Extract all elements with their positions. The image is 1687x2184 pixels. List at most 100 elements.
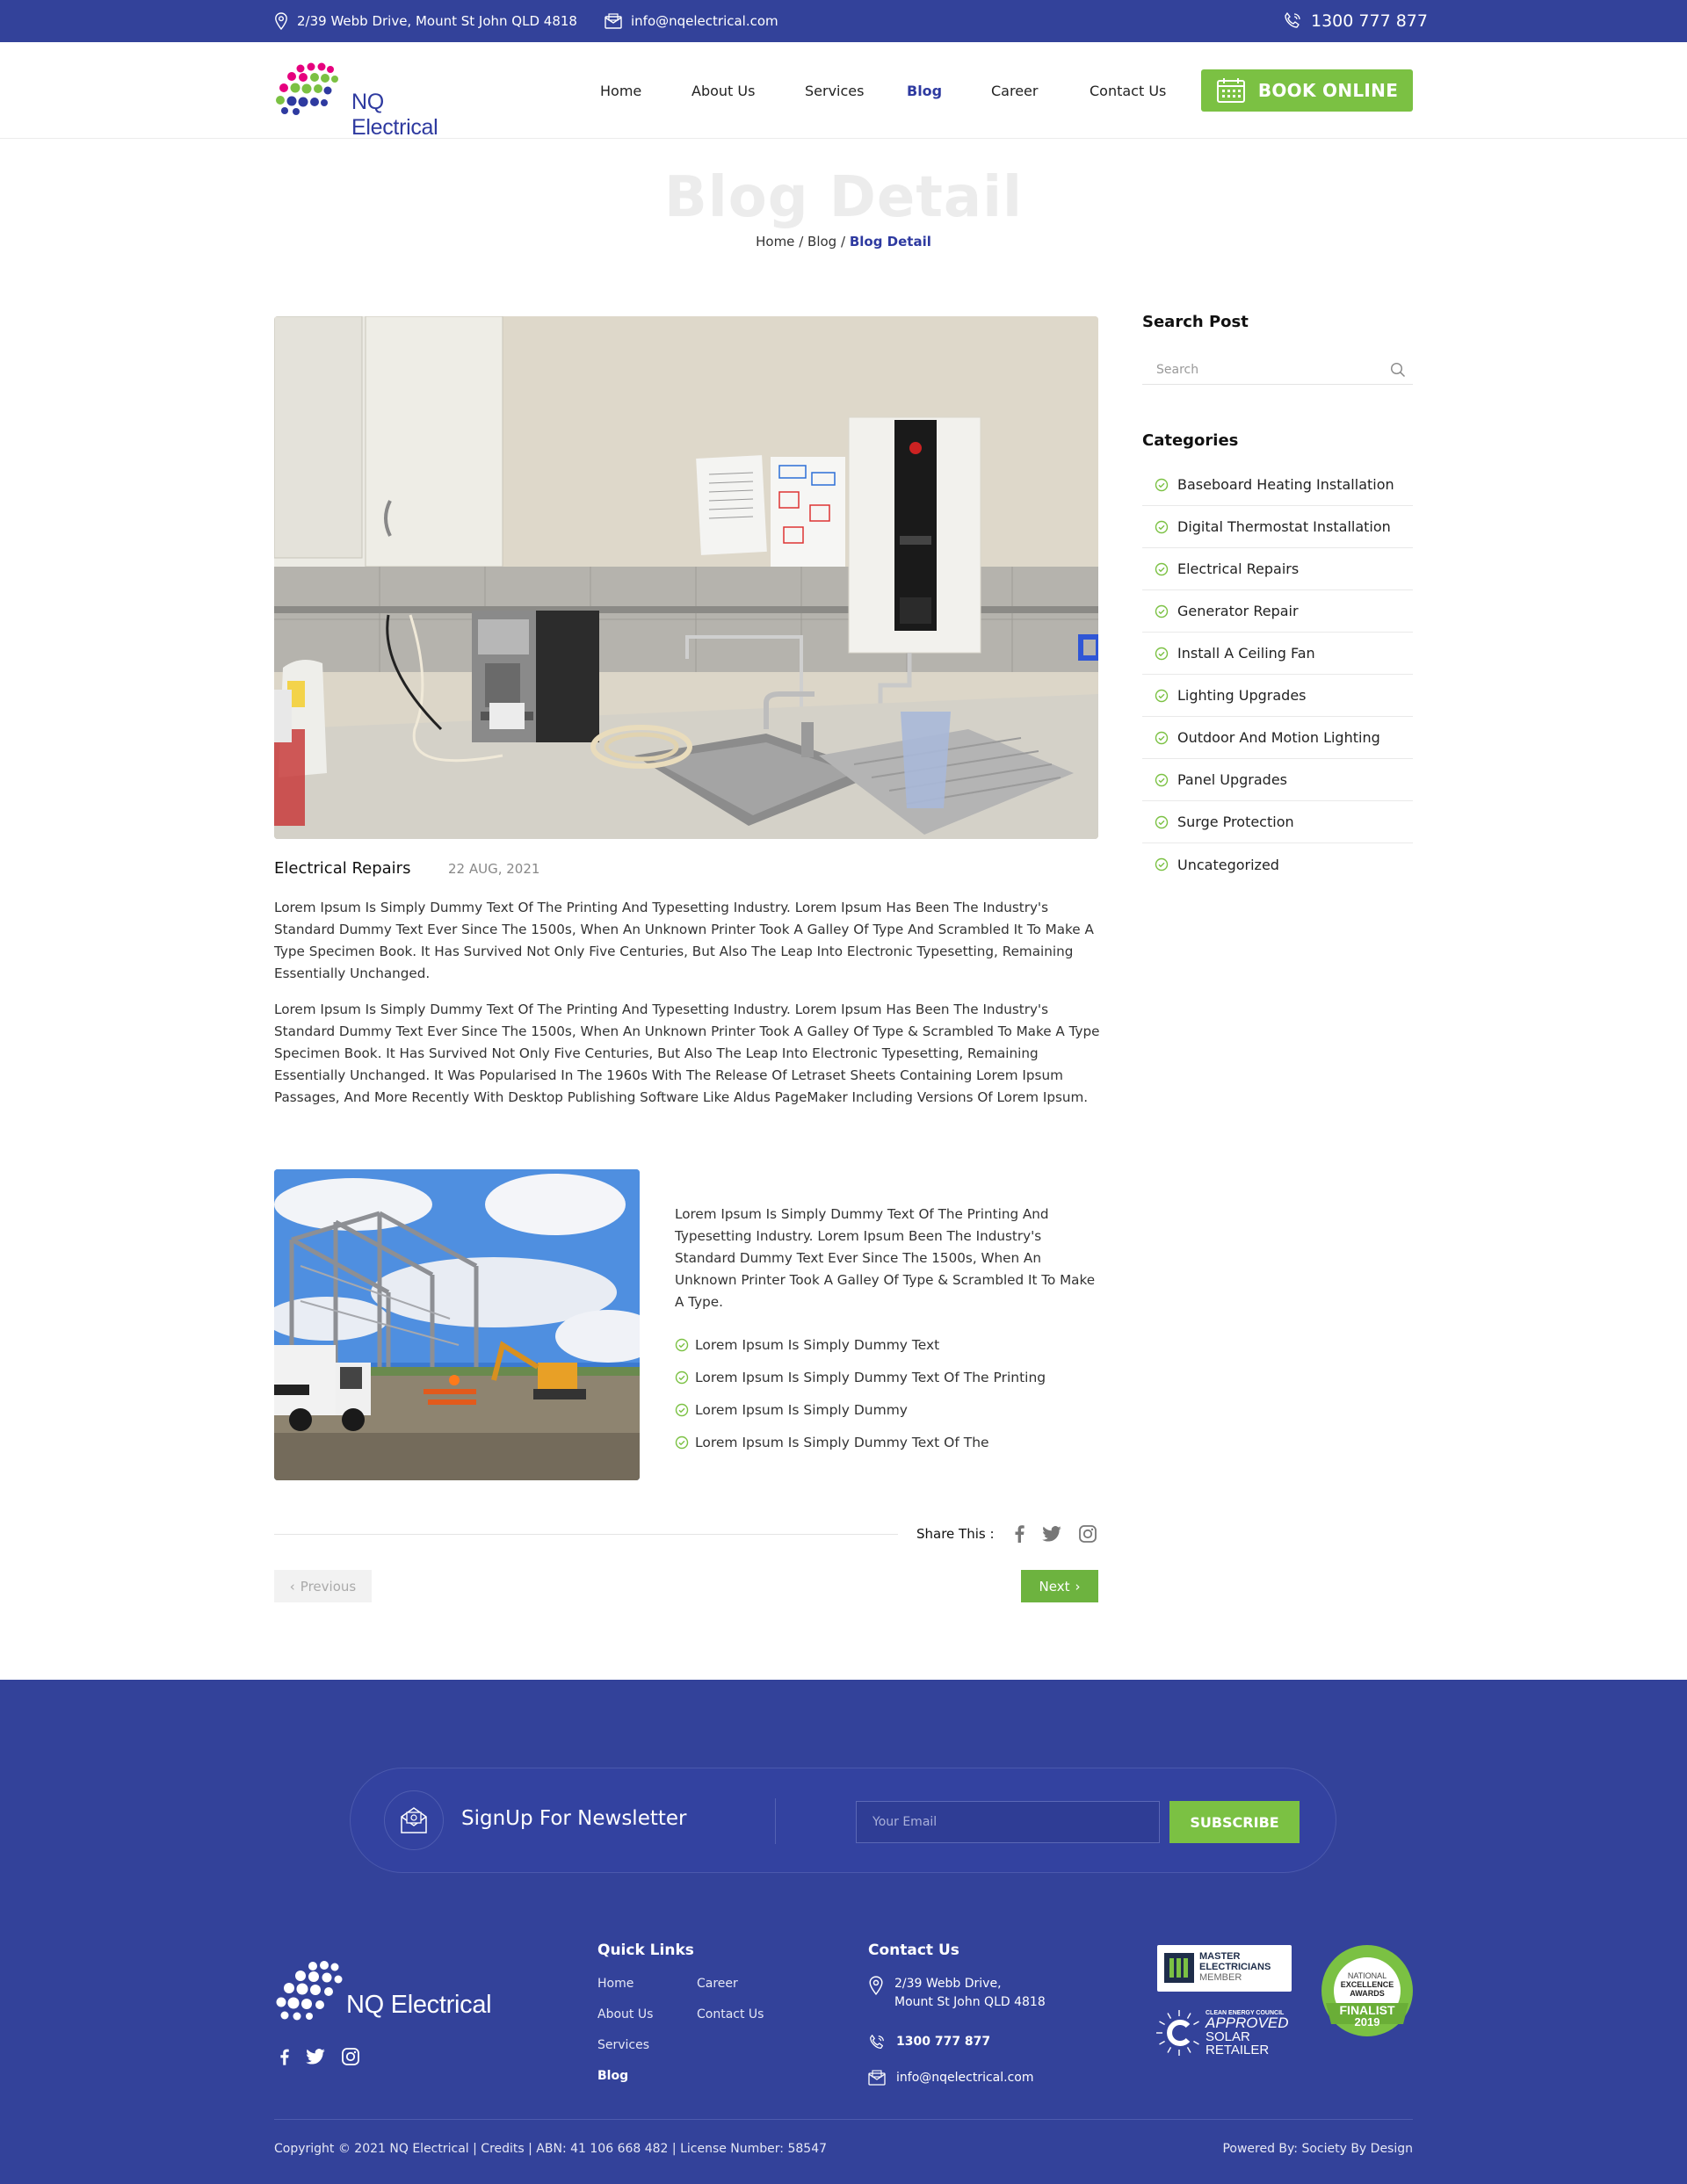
nav-blog[interactable]: Blog — [907, 42, 942, 139]
footer-address: 2/39 Webb Drive, Mount St John QLD 4818 — [868, 1975, 1046, 2012]
check-circle-icon — [675, 1403, 689, 1416]
topbar-phone[interactable]: 1300 777 877 — [1283, 0, 1428, 42]
newsletter-email-input[interactable] — [856, 1801, 1160, 1843]
checklist-item: Lorem Ipsum Is Simply Dummy Text Of The — [675, 1426, 1046, 1458]
book-online-button[interactable]: BOOK ONLINE — [1201, 69, 1413, 112]
post-secondary-image — [274, 1169, 640, 1480]
breadcrumb-separator: / — [799, 234, 804, 249]
checklist-item: Lorem Ipsum Is Simply Dummy Text Of The … — [675, 1361, 1046, 1393]
newsletter-title: SignUp For Newsletter — [461, 1807, 687, 1830]
category-item[interactable]: Surge Protection — [1142, 801, 1413, 843]
chevron-right-icon: › — [1075, 1578, 1081, 1595]
check-circle-icon — [1155, 731, 1169, 744]
category-label: Install A Ceiling Fan — [1177, 645, 1315, 662]
solar-c-logo-icon — [1156, 2010, 1199, 2056]
footer-logo[interactable]: NQ Electrical — [274, 1959, 503, 2029]
footer-instagram-icon[interactable] — [339, 2045, 362, 2068]
search-box — [1142, 355, 1413, 385]
topbar-address-text: 2/39 Webb Drive, Mount St John QLD 4818 — [297, 13, 577, 29]
footer-link-contact-us[interactable]: Contact Us — [697, 2007, 764, 2021]
post-paragraph: Lorem Ipsum Is Simply Dummy Text Of The … — [274, 900, 1094, 981]
logo-dots-icon — [276, 62, 338, 115]
category-label: Lighting Upgrades — [1177, 687, 1307, 704]
category-label: Panel Upgrades — [1177, 771, 1287, 788]
check-circle-icon — [1155, 478, 1169, 491]
quick-links-heading: Quick Links — [597, 1942, 694, 1959]
category-label: Outdoor And Motion Lighting — [1177, 729, 1380, 746]
check-circle-icon — [675, 1338, 689, 1351]
nav-about-us[interactable]: About Us — [691, 42, 755, 139]
check-circle-icon — [1155, 562, 1169, 575]
search-input[interactable] — [1156, 360, 1376, 380]
category-item[interactable]: Panel Upgrades — [1142, 759, 1413, 801]
newsletter-icon-circle — [384, 1790, 444, 1850]
footer-link-home[interactable]: Home — [597, 1977, 634, 1991]
phone-icon — [1285, 12, 1300, 28]
nav-home[interactable]: Home — [600, 42, 641, 139]
footer-email[interactable]: info@nqelectrical.com — [868, 2069, 1033, 2087]
breadcrumb-home[interactable]: Home — [756, 234, 794, 249]
footer-phone-text: 1300 777 877 — [896, 2035, 991, 2049]
calendar-icon — [1216, 78, 1245, 103]
badge-master-line3: MEMBER — [1199, 1972, 1242, 1983]
share-facebook-icon[interactable] — [1009, 1523, 1030, 1544]
category-item[interactable]: Baseboard Heating Installation — [1142, 464, 1413, 506]
topbar-email[interactable]: info@nqelectrical.com — [605, 0, 778, 42]
footer-link-blog[interactable]: Blog — [597, 2069, 628, 2083]
post-category[interactable]: Electrical Repairs — [274, 859, 410, 878]
category-item[interactable]: Install A Ceiling Fan — [1142, 633, 1413, 675]
phone-icon — [870, 2035, 884, 2049]
check-circle-icon — [1155, 604, 1169, 618]
category-item[interactable]: Outdoor And Motion Lighting — [1142, 717, 1413, 759]
book-online-label: BOOK ONLINE — [1257, 80, 1399, 101]
footer-address-line1: 2/39 Webb Drive, — [894, 1977, 1002, 1991]
checklist-item: Lorem Ipsum Is Simply Dummy — [675, 1393, 1046, 1426]
topbar-address: 2/39 Webb Drive, Mount St John QLD 4818 — [274, 0, 577, 42]
badge-final-line4: FINALIST — [1339, 2003, 1395, 2017]
nav-services[interactable]: Services — [805, 42, 864, 139]
location-pin-icon — [869, 1976, 883, 1995]
footer-twitter-icon[interactable] — [304, 2045, 327, 2068]
badge-solar-line4: RETAILER — [1206, 2043, 1270, 2057]
footer-phone[interactable]: 1300 777 877 — [868, 2033, 990, 2051]
breadcrumb-current: Blog Detail — [849, 234, 931, 249]
previous-post-button[interactable]: ‹ Previous — [274, 1570, 372, 1602]
newsletter-box: SignUp For Newsletter SUBSCRIBE — [350, 1768, 1336, 1873]
site-logo[interactable]: NQ Electrical — [274, 61, 459, 140]
breadcrumb-blog[interactable]: Blog — [807, 234, 836, 249]
share-label: Share This : — [916, 1526, 995, 1542]
topbar-email-text: info@nqelectrical.com — [631, 13, 778, 29]
search-icon[interactable] — [1390, 362, 1406, 378]
footer-link-about-us[interactable]: About Us — [597, 2007, 653, 2021]
share-instagram-icon[interactable] — [1077, 1523, 1098, 1544]
newsletter-mail-icon — [401, 1807, 427, 1833]
footer-link-career[interactable]: Career — [697, 1977, 738, 1991]
share-twitter-icon[interactable] — [1041, 1523, 1062, 1544]
post-featured-image — [274, 316, 1098, 839]
category-label: Baseboard Heating Installation — [1177, 476, 1394, 493]
check-circle-icon — [1155, 689, 1169, 702]
email-icon — [605, 13, 622, 29]
subscribe-button[interactable]: SUBSCRIBE — [1169, 1801, 1300, 1843]
badge-final-line2: EXCELLENCE — [1340, 1980, 1394, 1989]
category-item[interactable]: Lighting Upgrades — [1142, 675, 1413, 717]
footer-address-line2: Mount St John QLD 4818 — [894, 1995, 1046, 2009]
category-item[interactable]: Generator Repair — [1142, 590, 1413, 633]
nav-contact-us[interactable]: Contact Us — [1090, 42, 1166, 139]
footer-link-services[interactable]: Services — [597, 2038, 649, 2052]
category-item[interactable]: Electrical Repairs — [1142, 548, 1413, 590]
next-post-button[interactable]: Next › — [1021, 1570, 1098, 1602]
powered-by-link[interactable]: Powered By: Society By Design — [1222, 2142, 1413, 2156]
category-item[interactable]: Digital Thermostat Installation — [1142, 506, 1413, 548]
logo-text: NQ Electrical — [351, 90, 438, 140]
nav-career[interactable]: Career — [991, 42, 1038, 139]
category-item[interactable]: Uncategorized — [1142, 843, 1413, 886]
category-label: Surge Protection — [1177, 814, 1294, 830]
footer-facebook-icon[interactable] — [272, 2045, 295, 2068]
top-bar: 2/39 Webb Drive, Mount St John QLD 4818 … — [0, 0, 1687, 42]
badge-final-line5: 2019 — [1354, 2015, 1380, 2029]
footer-divider — [274, 2119, 1413, 2120]
badge-solar-line2: APPROVED — [1206, 2014, 1289, 2031]
previous-label: Previous — [300, 1578, 357, 1595]
newsletter-divider — [775, 1798, 776, 1844]
